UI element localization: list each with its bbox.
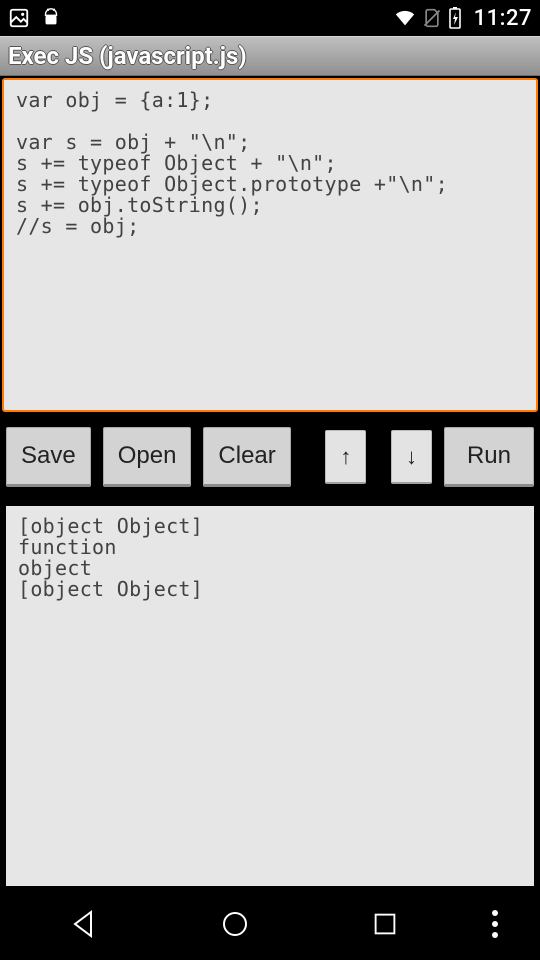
recents-button[interactable] xyxy=(325,900,445,948)
toolbar: Save Open Clear ↑ ↓ Run xyxy=(0,426,540,488)
android-nav-bar xyxy=(0,888,540,960)
scroll-down-button[interactable]: ↓ xyxy=(391,430,432,484)
code-editor[interactable] xyxy=(4,80,536,406)
run-button[interactable]: Run xyxy=(444,427,534,487)
wifi-icon xyxy=(394,7,416,29)
clock-text: 11:27 xyxy=(474,6,532,31)
back-button[interactable] xyxy=(25,900,145,948)
gallery-icon xyxy=(8,7,30,29)
battery-charging-icon xyxy=(448,7,462,29)
output-panel: [object Object] function object [object … xyxy=(6,506,534,886)
android-icon xyxy=(40,7,62,29)
no-sim-icon xyxy=(422,8,442,28)
menu-button[interactable] xyxy=(475,900,515,948)
home-button[interactable] xyxy=(175,900,295,948)
page-title: Exec JS (javascript.js) xyxy=(8,42,247,70)
scroll-up-button[interactable]: ↑ xyxy=(325,430,366,484)
status-bar: 11:27 xyxy=(0,0,540,36)
title-bar: Exec JS (javascript.js) xyxy=(0,36,540,76)
code-editor-frame xyxy=(2,78,538,412)
save-button[interactable]: Save xyxy=(6,427,91,487)
clear-button[interactable]: Clear xyxy=(203,427,290,487)
open-button[interactable]: Open xyxy=(103,427,192,487)
